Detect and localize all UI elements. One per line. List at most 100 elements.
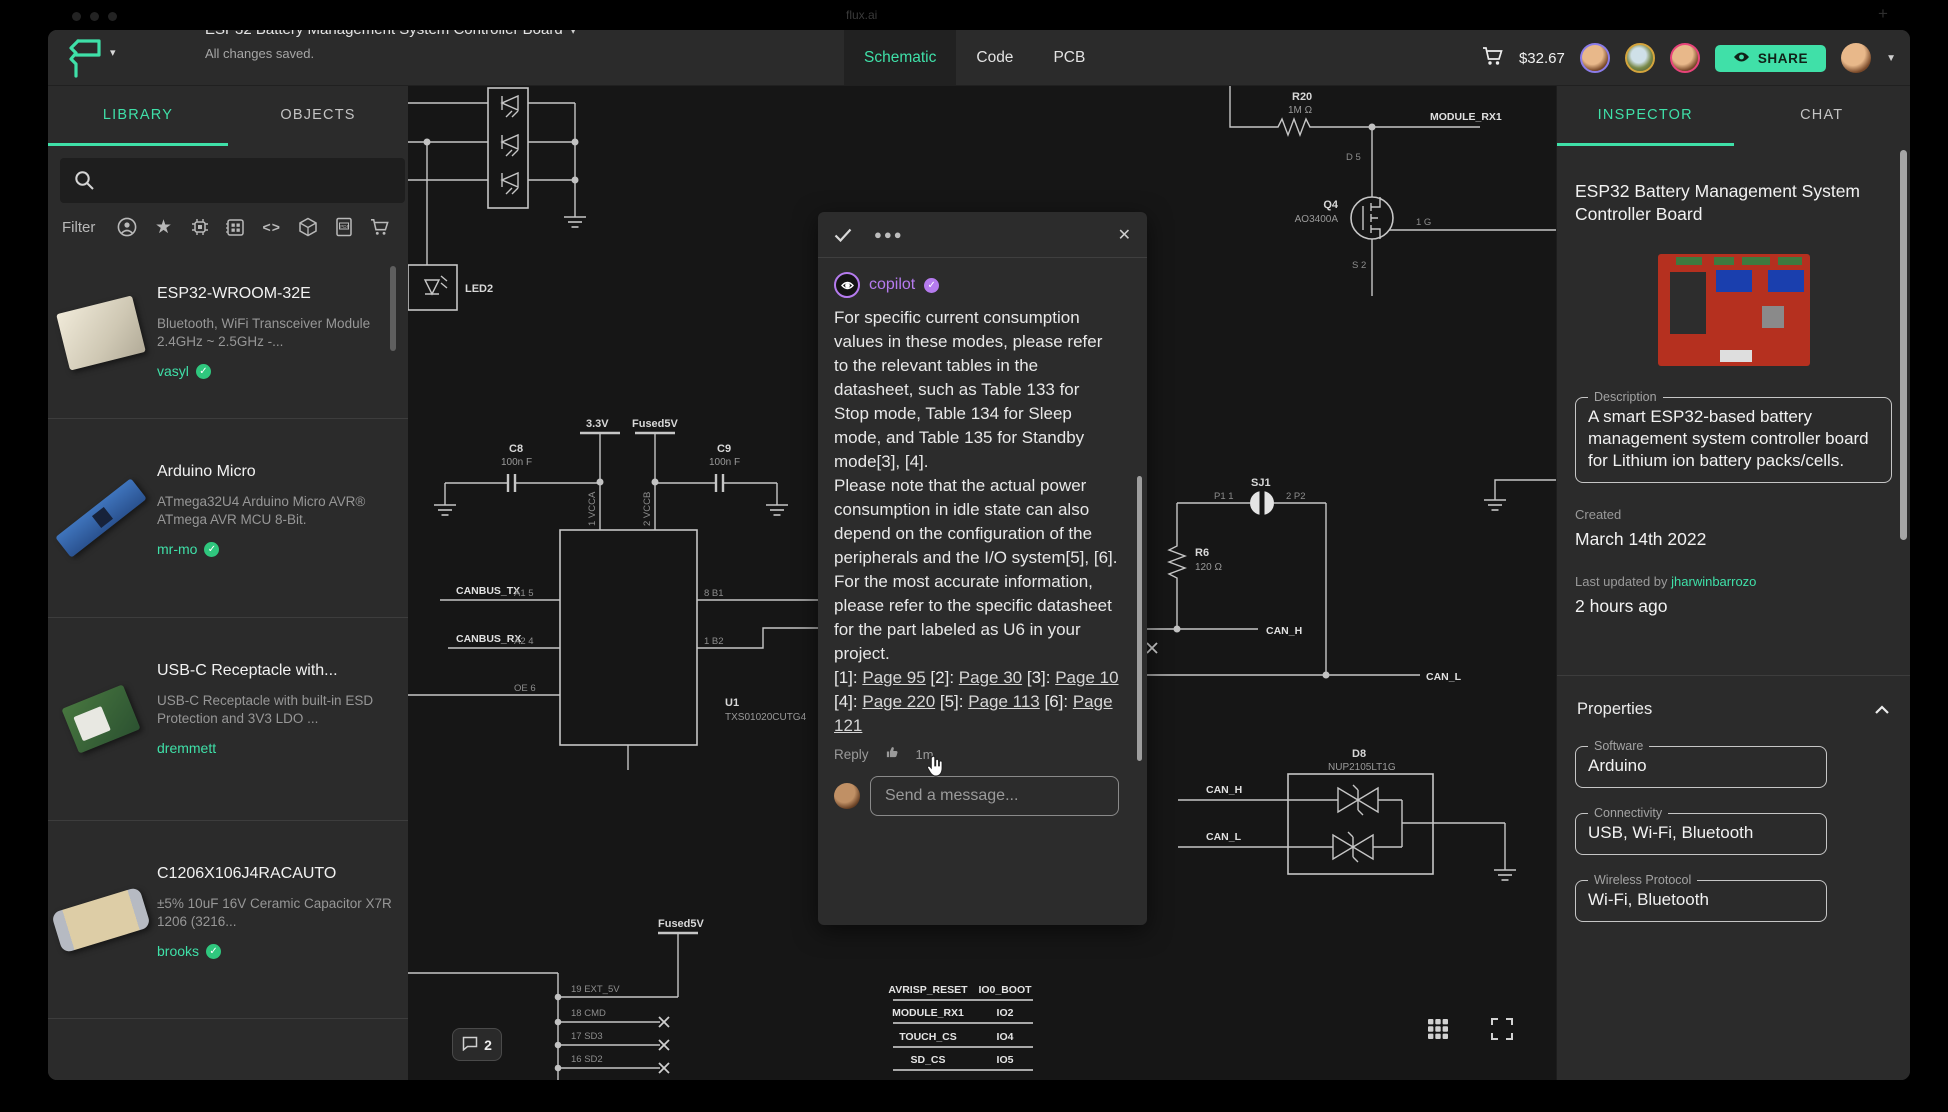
property-software[interactable]: Software Arduino: [1575, 739, 1827, 788]
fullscreen-button[interactable]: [1484, 1011, 1520, 1047]
tab-pcb[interactable]: PCB: [1033, 30, 1105, 85]
tab-chat[interactable]: CHAT: [1734, 86, 1911, 146]
citation-link[interactable]: Page 30: [959, 668, 1022, 687]
pin-u1-vcca: 1 VCCA: [587, 491, 598, 526]
flux-logo-icon[interactable]: [66, 36, 106, 85]
chip-filter-icon[interactable]: [182, 217, 218, 237]
reply-button[interactable]: Reply: [834, 747, 869, 762]
document-title[interactable]: ESP32 Battery Management System Controll…: [205, 30, 576, 38]
more-options-icon[interactable]: ●●●: [874, 227, 904, 242]
library-item-capacitor[interactable]: C1206X106J4RACAUTO ±5% 10uF 16V Ceramic …: [48, 821, 408, 1019]
library-item-esp32[interactable]: ESP32-WROOM-32E Bluetooth, WiFi Transcei…: [48, 247, 408, 419]
citation-link[interactable]: Page 10: [1055, 668, 1118, 687]
module-filter-icon[interactable]: [218, 218, 254, 237]
component-led2[interactable]: LED2: [408, 142, 493, 311]
component-c8[interactable]: C8 100n F: [433, 443, 600, 516]
component-u1[interactable]: 1 VCCA 2 VCCB CANBUS_TX A1 5 CANBUS_RX A…: [408, 491, 868, 770]
comment-popup-body: copilot ✓ For specific current consumpti…: [818, 258, 1147, 925]
power-rail-fused5v[interactable]: Fused5V: [632, 418, 679, 530]
collaborator-avatar[interactable]: [1579, 43, 1610, 73]
citation-link[interactable]: Page 95: [862, 668, 925, 687]
tab-library[interactable]: LIBRARY: [48, 86, 228, 146]
cart-filter-icon[interactable]: [362, 218, 398, 236]
table-cell: IO0_BOOT: [978, 984, 1032, 996]
value-d8: NUP2105LT1G: [1328, 762, 1396, 773]
component-sj1[interactable]: SJ1 P1 1 2 P2: [1176, 477, 1327, 675]
code-filter-icon[interactable]: <>: [254, 219, 290, 235]
comment-popup-header: ●●● ✕: [818, 212, 1147, 258]
project-menu-caret-icon[interactable]: ▾: [110, 46, 116, 59]
reply-row: Reply 1m: [834, 744, 1119, 764]
comment-citations: [1]: Page 95 [2]: Page 30 [3]: Page 10 […: [834, 668, 1119, 735]
description-field[interactable]: Description A smart ESP32-based battery …: [1575, 390, 1892, 483]
user-filter-icon[interactable]: [109, 217, 145, 237]
tab-schematic[interactable]: Schematic: [844, 30, 957, 85]
resolve-check-icon[interactable]: [834, 228, 852, 242]
pin-sj1-p1: P1 1: [1214, 491, 1234, 502]
properties-header[interactable]: Properties: [1575, 676, 1892, 739]
datasheet-pdf-filter-icon[interactable]: PDF: [326, 217, 362, 237]
verified-badge-icon: ✓: [195, 363, 211, 379]
created-value: March 14th 2022: [1575, 529, 1707, 549]
net-label-module-rx1[interactable]: MODULE_RX1: [1430, 111, 1502, 123]
app-window: ▾ ESP32 Battery Management System Contro…: [48, 30, 1910, 1080]
library-item-usbc[interactable]: USB-C Receptacle with... USB-C Receptacl…: [48, 618, 408, 821]
component-d8[interactable]: D8 NUP2105LT1G CAN_H CAN_L: [1178, 748, 1517, 881]
user-menu-caret-icon[interactable]: ▼: [1886, 53, 1896, 64]
component-led-array[interactable]: [408, 87, 587, 228]
tab-inspector[interactable]: INSPECTOR: [1557, 86, 1734, 146]
collaborator-avatar[interactable]: [1624, 43, 1655, 73]
table-cell: AVRISP_RESET: [888, 984, 968, 996]
property-value: Wi-Fi, Bluetooth: [1588, 890, 1709, 909]
net-canbus-tx[interactable]: CANBUS_TX: [456, 585, 520, 597]
table-cell: IO5: [997, 1054, 1014, 1066]
power-rail-3v3[interactable]: 3.3V: [580, 418, 620, 530]
updated-label: Last updated by jharwinbarrozo: [1575, 574, 1757, 589]
net-canbus-rx[interactable]: CANBUS_RX: [456, 633, 521, 645]
new-tab-icon[interactable]: +: [1878, 4, 1888, 24]
part-description: ATmega32U4 Arduino Micro AVR® ATmega AVR…: [157, 494, 366, 527]
library-item-arduino-micro[interactable]: Arduino Micro ATmega32U4 Arduino Micro A…: [48, 419, 408, 618]
mode-tabs: Schematic Code PCB: [844, 30, 1105, 85]
inspector-scrollbar[interactable]: [1900, 150, 1907, 540]
property-wireless-protocol[interactable]: Wireless Protocol Wi-Fi, Bluetooth: [1575, 873, 1827, 922]
search-input[interactable]: [60, 158, 405, 203]
component-r6[interactable]: R6 120 Ω: [1167, 541, 1222, 629]
ref-r20: R20: [1292, 91, 1312, 103]
starred-filter-icon[interactable]: ★: [145, 218, 181, 237]
3d-model-filter-icon[interactable]: [290, 217, 326, 237]
verified-badge-icon: ✓: [204, 541, 220, 557]
user-avatar[interactable]: [1841, 43, 1872, 73]
schematic-canvas[interactable]: LED2 R20 1M Ω MODULE_RX1 D 5 Q4 AO3400A …: [408, 86, 1556, 1080]
tab-code[interactable]: Code: [956, 30, 1033, 85]
component-c9[interactable]: C9 100n F: [655, 443, 789, 516]
cart-total[interactable]: $32.67: [1519, 50, 1565, 67]
window-buttons[interactable]: [72, 12, 117, 21]
tab-objects[interactable]: OBJECTS: [228, 86, 408, 146]
citation-link[interactable]: Page 113: [968, 692, 1040, 711]
cart-icon[interactable]: [1482, 46, 1504, 71]
part-description: Bluetooth, WiFi Transceiver Module 2.4GH…: [157, 316, 371, 349]
comment-count-badge[interactable]: 2: [452, 1028, 502, 1061]
sidebar-scrollbar[interactable]: [390, 266, 396, 351]
comment-input[interactable]: [870, 776, 1119, 816]
thumbs-up-icon[interactable]: [885, 744, 900, 764]
collaborator-avatar[interactable]: [1669, 43, 1700, 73]
component-q4-mosfet[interactable]: D 5 Q4 AO3400A 1 G S 2: [1295, 123, 1556, 297]
grid-toggle-button[interactable]: [1420, 1011, 1456, 1047]
value-r20: 1M Ω: [1288, 105, 1313, 116]
citation-link[interactable]: Page 220: [862, 692, 935, 711]
description-legend: Description: [1594, 390, 1657, 404]
comment-author-row: copilot ✓: [834, 272, 1119, 298]
property-connectivity[interactable]: Connectivity USB, Wi-Fi, Bluetooth: [1575, 806, 1827, 855]
close-icon[interactable]: ✕: [1118, 225, 1131, 245]
share-button[interactable]: SHARE: [1714, 44, 1827, 72]
pin-u1-a2: A2 4: [514, 636, 534, 647]
resolved-comment-x-icon[interactable]: [1146, 642, 1158, 654]
chevron-up-icon[interactable]: [1874, 704, 1890, 715]
updated-user-link[interactable]: jharwinbarrozo: [1671, 574, 1756, 589]
pin-mapping-table[interactable]: AVRISP_RESET IO0_BOOT MODULE_RX1 IO2 TOU…: [888, 984, 1033, 1071]
comment-author[interactable]: copilot: [869, 276, 915, 294]
popup-scrollbar[interactable]: [1137, 476, 1142, 761]
part-title: C1206X106J4RACAUTO: [157, 865, 337, 882]
